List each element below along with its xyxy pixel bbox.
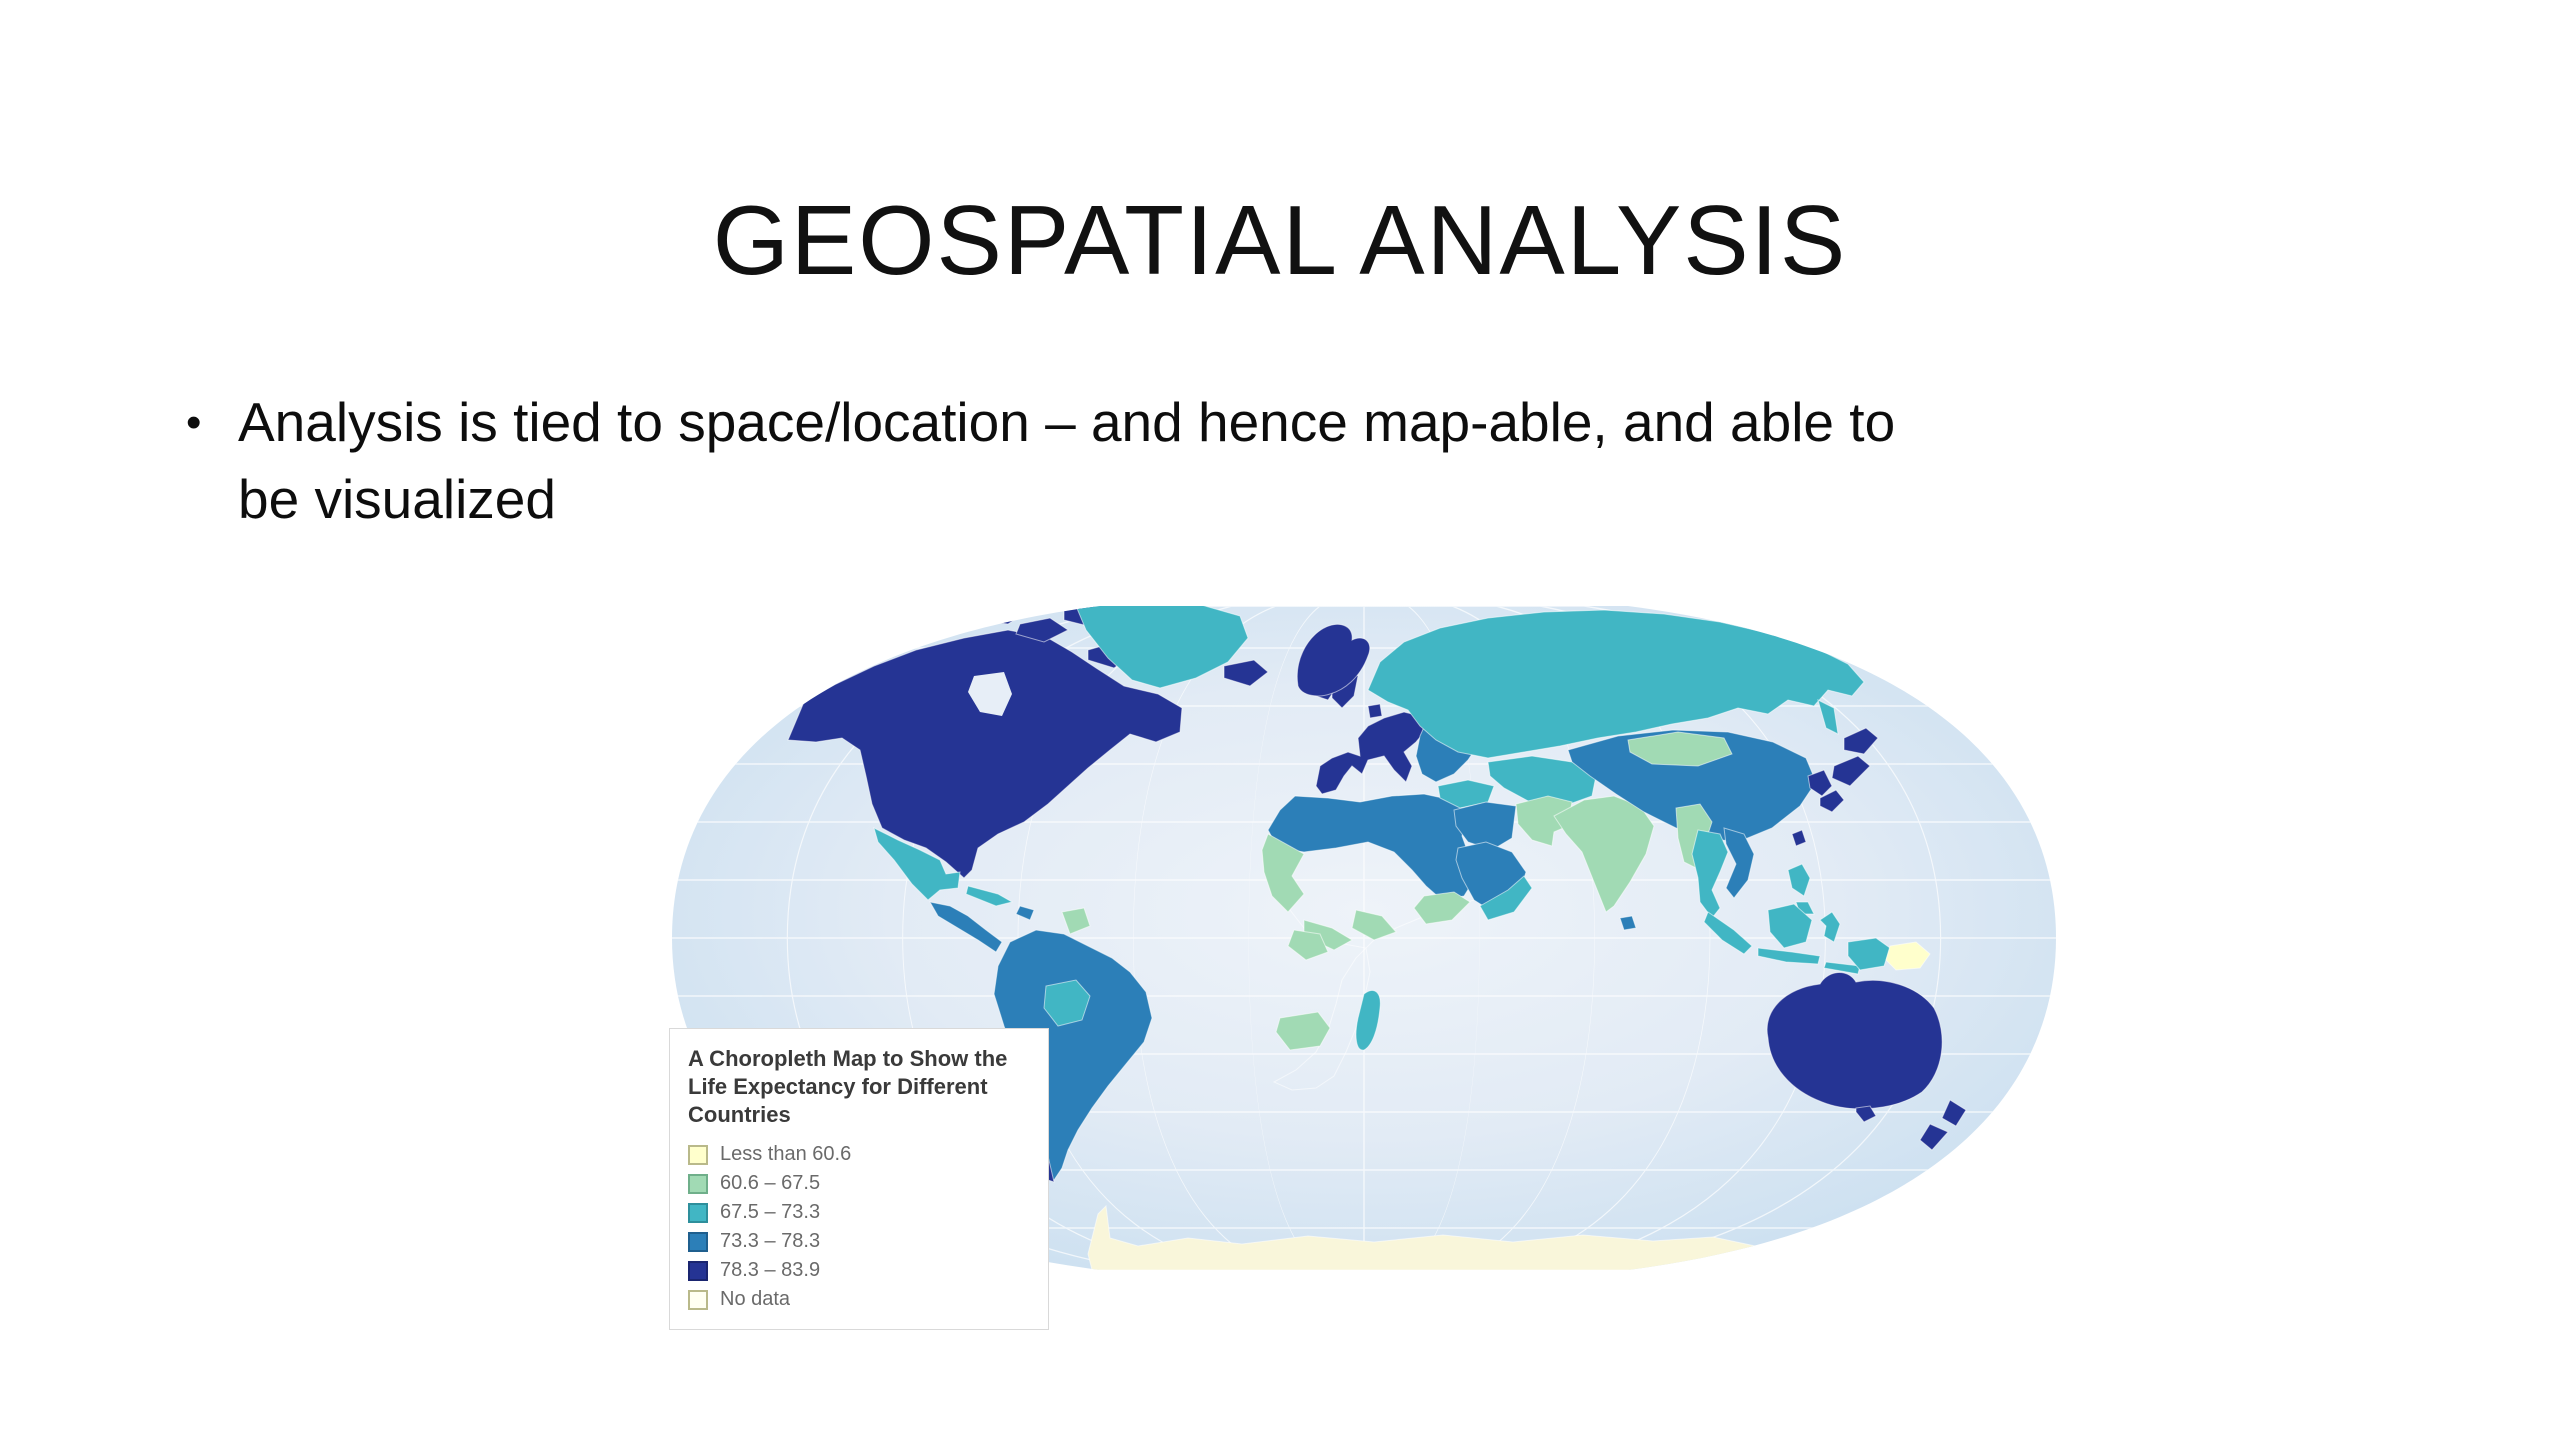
- legend-item-label: 60.6 – 67.5: [720, 1172, 820, 1195]
- legend-item-label: 67.5 – 73.3: [720, 1201, 820, 1224]
- legend-item: Less than 60.6: [688, 1143, 1030, 1166]
- legend-title: A Choropleth Map to Show the Life Expect…: [688, 1045, 1030, 1129]
- map-legend: A Choropleth Map to Show the Life Expect…: [669, 1028, 1049, 1330]
- bullet-line-2: be visualized: [238, 468, 556, 530]
- legend-item: 60.6 – 67.5: [688, 1172, 1030, 1195]
- legend-item: No data: [688, 1288, 1030, 1311]
- legend-item-label: 78.3 – 83.9: [720, 1259, 820, 1282]
- legend-item-label: No data: [720, 1288, 790, 1311]
- legend-item-label: Less than 60.6: [720, 1143, 851, 1166]
- legend-swatch: [688, 1232, 708, 1252]
- legend-item: 73.3 – 78.3: [688, 1230, 1030, 1253]
- legend-swatch: [688, 1261, 708, 1281]
- presentation-slide: GEOSPATIAL ANALYSIS • Analysis is tied t…: [0, 0, 2560, 1440]
- page-title: GEOSPATIAL ANALYSIS: [0, 184, 2560, 297]
- bullet-item: • Analysis is tied to space/location – a…: [186, 384, 2426, 538]
- bullet-line-1: Analysis is tied to space/location – and…: [238, 391, 1895, 453]
- legend-swatch: [688, 1203, 708, 1223]
- legend-swatch: [688, 1174, 708, 1194]
- bullet-text: Analysis is tied to space/location – and…: [238, 384, 2426, 538]
- legend-swatch: [688, 1290, 708, 1310]
- legend-item: 67.5 – 73.3: [688, 1201, 1030, 1224]
- legend-swatch: [688, 1145, 708, 1165]
- legend-item: 78.3 – 83.9: [688, 1259, 1030, 1282]
- choropleth-map-figure: A Choropleth Map to Show the Life Expect…: [668, 590, 2060, 1290]
- bullet-marker: •: [186, 384, 238, 461]
- legend-item-label: 73.3 – 78.3: [720, 1230, 820, 1253]
